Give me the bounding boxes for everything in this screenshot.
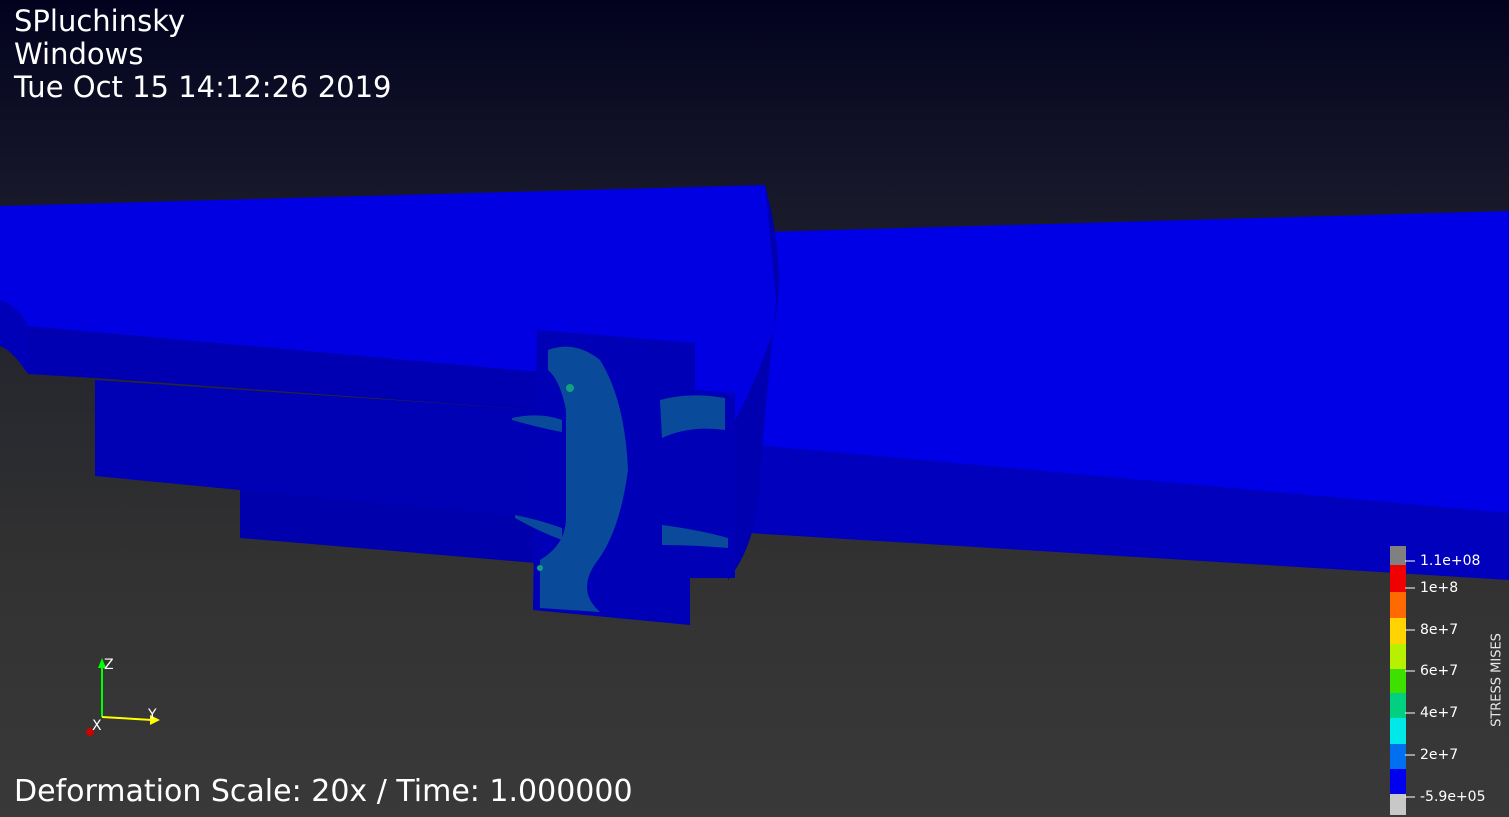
deformation-caption: Deformation Scale: 20x / Time: 1.000000 [14, 774, 633, 809]
legend-tick-label: 1e+8 [1420, 580, 1459, 596]
y-axis-label: Y [148, 707, 157, 723]
legend-color-segment [1390, 669, 1406, 694]
stress-color-bar [1390, 546, 1406, 815]
legend-color-segment [1390, 718, 1406, 744]
legend-color-segment [1390, 743, 1406, 770]
z-axis-label: Z [104, 657, 114, 673]
legend-color-segment [1390, 643, 1406, 670]
hub-stress-hotspot [537, 565, 543, 571]
user-name-label: SPluchinsky [14, 4, 186, 38]
legend-tick-label: 2e+7 [1420, 747, 1459, 763]
legend-tick-label: -5.9e+05 [1420, 789, 1486, 805]
legend-color-segment [1390, 565, 1406, 592]
legend-title: STRESS MISES [1489, 633, 1505, 727]
fea-model-scene [0, 185, 1509, 625]
legend-color-segment [1390, 546, 1406, 566]
legend-color-segment [1390, 769, 1406, 795]
legend-tick-label: 8e+7 [1420, 622, 1459, 638]
legend-tick-label: 6e+7 [1420, 663, 1459, 679]
legend-color-segment [1390, 794, 1406, 815]
render-viewport[interactable]: SPluchinsky Windows Tue Oct 15 14:12:26 … [0, 0, 1509, 817]
y-axis-line [101, 716, 153, 721]
legend-tick-marks [1405, 560, 1415, 798]
x-axis-label: X [92, 718, 102, 734]
legend-color-segment [1390, 693, 1406, 719]
hub-stress-hotspot [566, 384, 574, 392]
orientation-axes-widget [86, 658, 160, 736]
timestamp-label: Tue Oct 15 14:12:26 2019 [14, 70, 392, 104]
legend-tick-label: 4e+7 [1420, 705, 1459, 721]
legend-color-segment [1390, 591, 1406, 619]
legend-tick-label: 1.1e+08 [1420, 553, 1481, 569]
legend-color-segment [1390, 618, 1406, 644]
os-name-label: Windows [14, 37, 144, 71]
